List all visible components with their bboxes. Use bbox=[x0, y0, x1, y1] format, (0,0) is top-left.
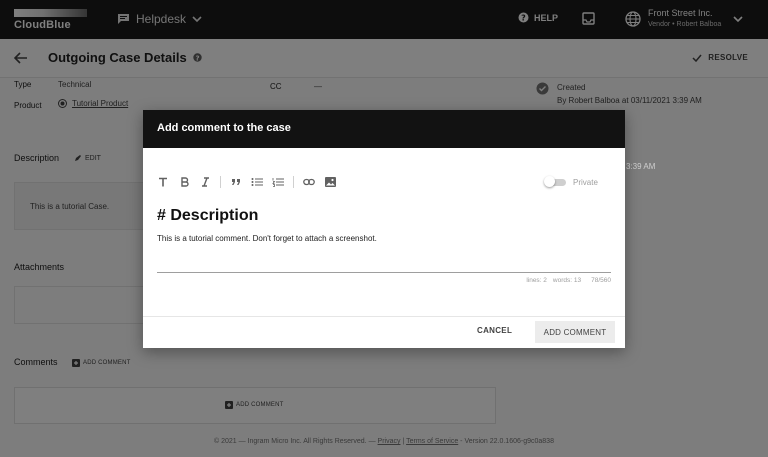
editor-underline bbox=[157, 272, 611, 273]
add-comment-dialog: Add comment to the case Private # Descri… bbox=[143, 110, 625, 348]
editor-body-text[interactable]: This is a tutorial comment. Don't forget… bbox=[157, 234, 377, 243]
dialog-header: Add comment to the case bbox=[143, 110, 625, 148]
quote-icon[interactable] bbox=[230, 176, 242, 188]
toggle-switch[interactable] bbox=[544, 176, 566, 187]
private-toggle[interactable]: Private bbox=[544, 176, 598, 187]
toggle-knob bbox=[544, 176, 555, 187]
stats-words: words: 13 bbox=[552, 277, 582, 284]
editor-stats: lines: 2 words: 13 78/560 bbox=[526, 277, 611, 284]
private-label: Private bbox=[573, 177, 598, 187]
dialog-title: Add comment to the case bbox=[157, 122, 291, 134]
dialog-footer-divider bbox=[143, 316, 625, 317]
numbered-list-icon[interactable] bbox=[272, 176, 284, 188]
bullet-list-icon[interactable] bbox=[251, 176, 263, 188]
bold-icon[interactable] bbox=[178, 176, 190, 188]
editor-heading-text[interactable]: # Description bbox=[157, 207, 258, 225]
editor-toolbar bbox=[157, 176, 336, 188]
stats-lines: lines: 2 bbox=[526, 277, 547, 284]
image-icon[interactable] bbox=[324, 176, 336, 188]
link-icon[interactable] bbox=[303, 176, 315, 188]
toolbar-divider bbox=[293, 176, 294, 188]
italic-icon[interactable] bbox=[199, 176, 211, 188]
cancel-button[interactable]: CANCEL bbox=[477, 326, 512, 335]
add-comment-button[interactable]: ADD COMMENT bbox=[535, 321, 615, 343]
heading-icon[interactable] bbox=[157, 176, 169, 188]
stats-chars: 78/560 bbox=[591, 277, 611, 284]
toolbar-divider bbox=[220, 176, 221, 188]
activity-partial-time: 3:39 AM bbox=[626, 162, 656, 171]
